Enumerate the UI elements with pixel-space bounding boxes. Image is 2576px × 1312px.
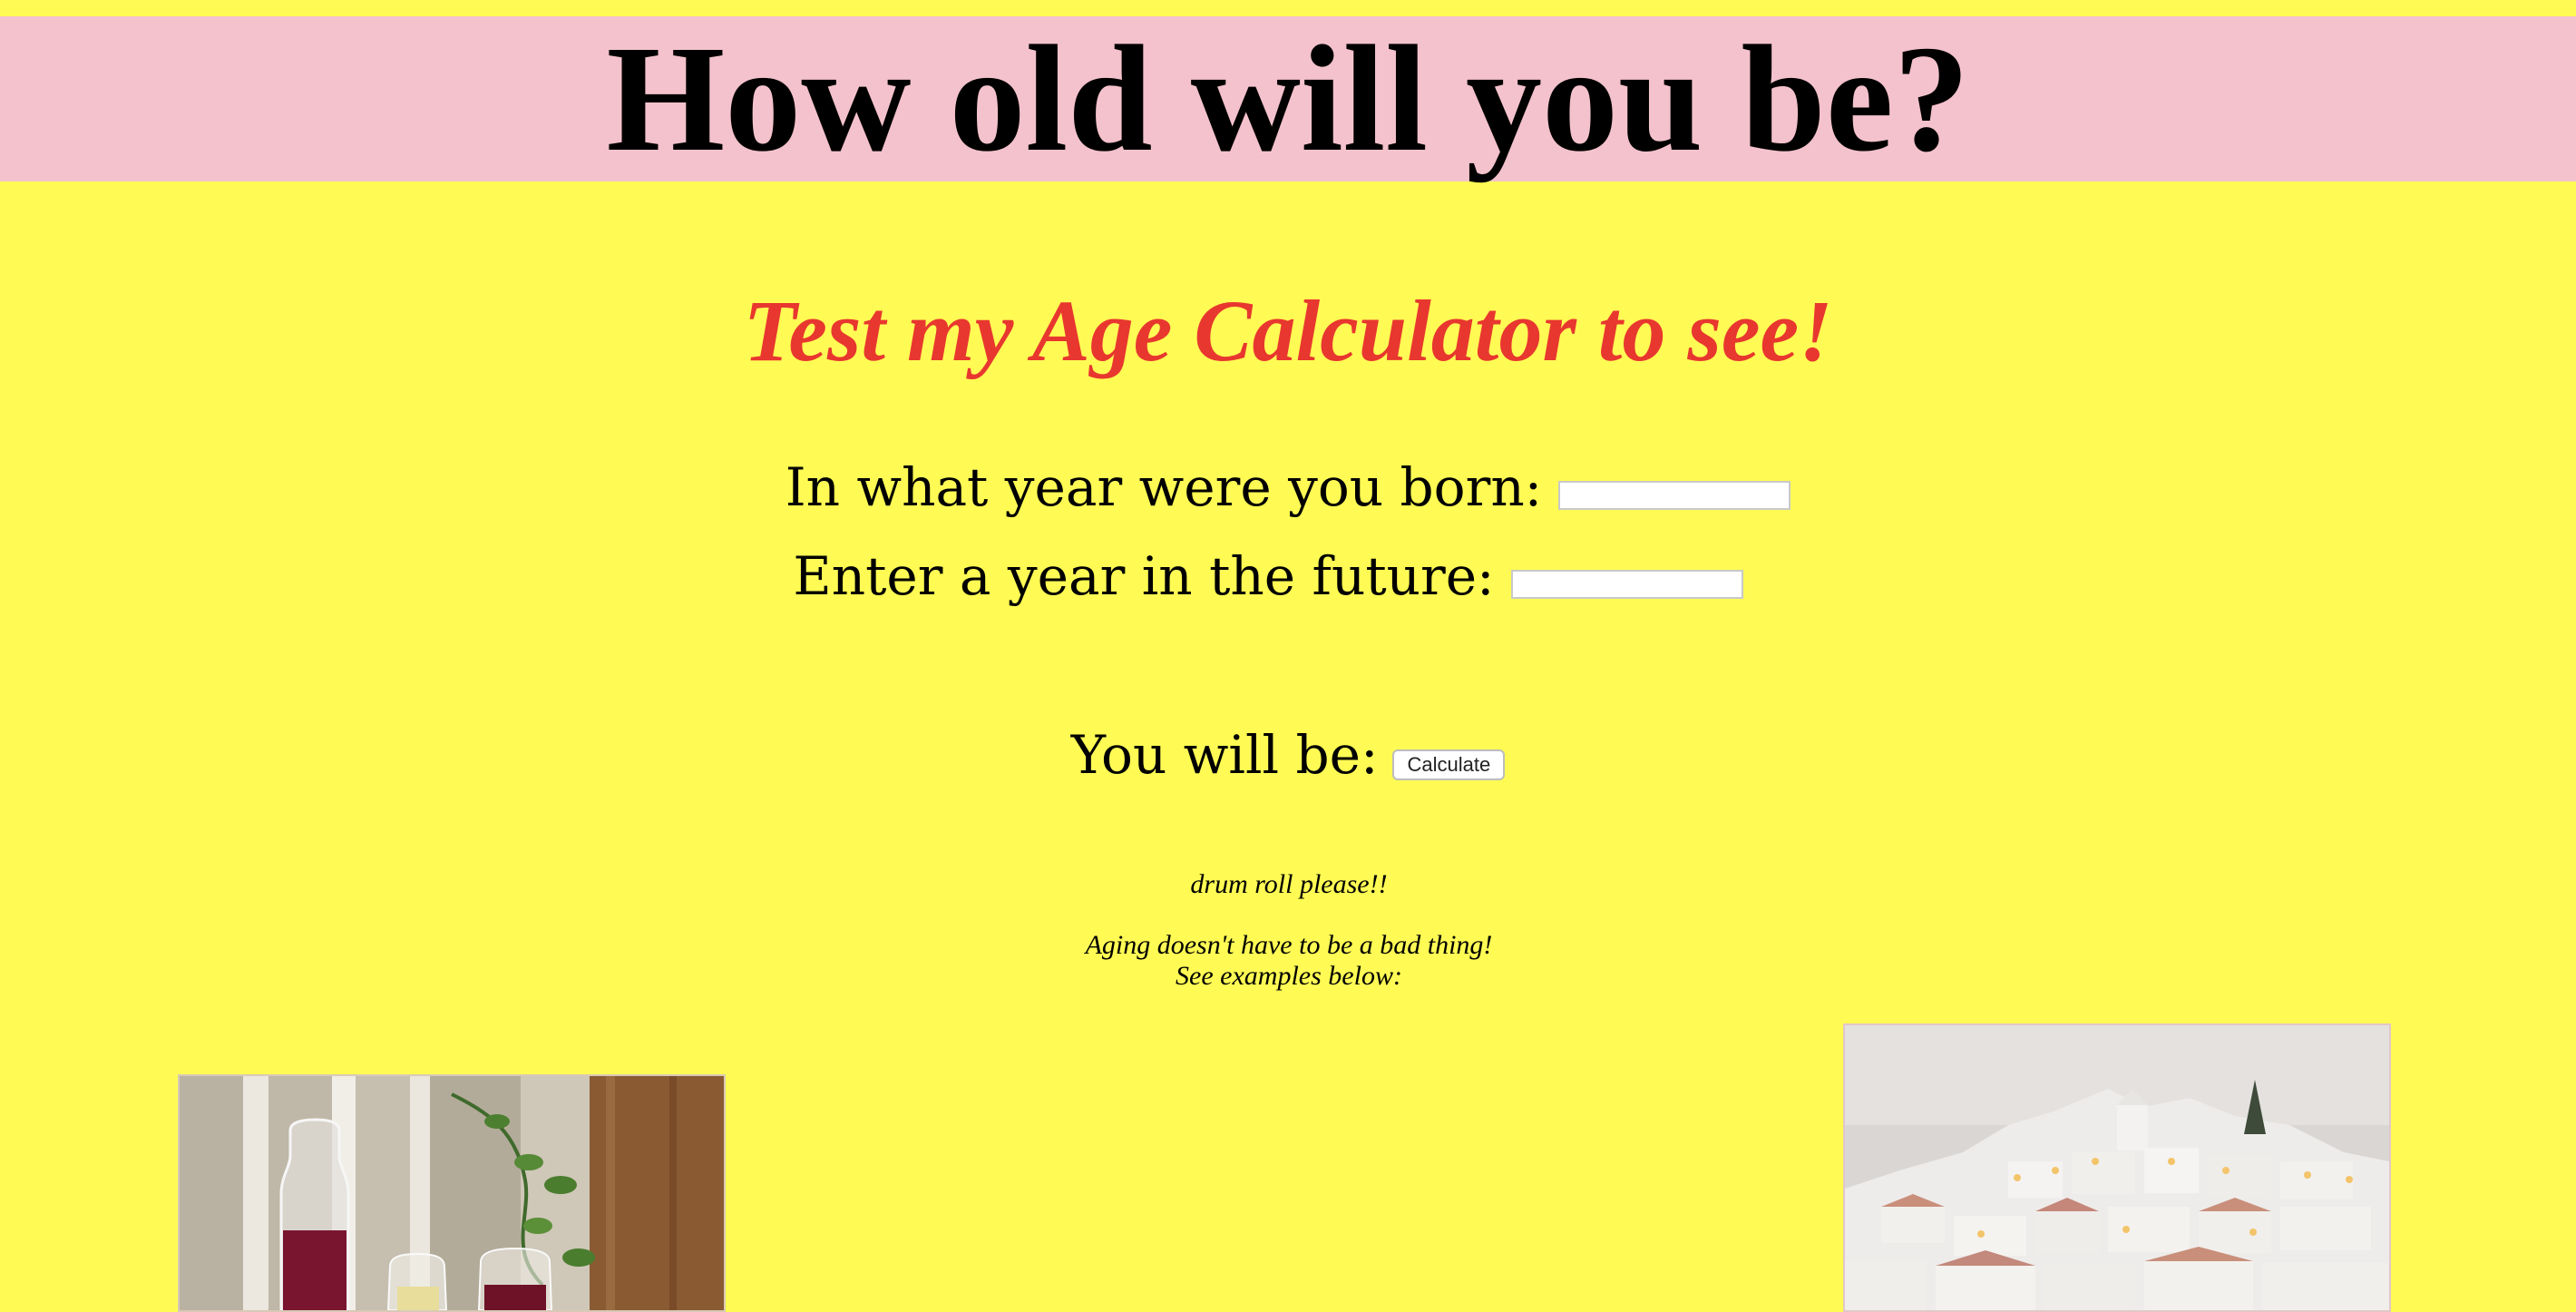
examples-text: See examples below: <box>1176 961 1402 991</box>
drum-roll-text: drum roll please!! <box>1190 869 1388 899</box>
future-year-input[interactable] <box>1510 569 1743 599</box>
result-label: You will be: <box>1070 724 1379 786</box>
page-title: How old will you be? <box>606 15 1970 183</box>
aging-text: Aging doesn't have to be a bad thing! <box>1085 930 1493 960</box>
wine-photo-image <box>180 1076 724 1310</box>
future-year-row: Enter a year in the future: <box>0 540 2556 612</box>
born-year-input[interactable] <box>1558 480 1791 510</box>
born-year-label: In what year were you born: <box>785 456 1543 518</box>
born-year-row: In what year were you born: <box>0 451 2576 524</box>
future-year-label: Enter a year in the future: <box>793 545 1495 607</box>
page-subtitle: Test my Age Calculator to see! <box>743 282 1833 379</box>
calculate-button[interactable]: Calculate <box>1392 749 1506 780</box>
wine-photo <box>178 1074 726 1312</box>
town-photo-image <box>1845 1025 2389 1310</box>
town-photo <box>1843 1023 2391 1312</box>
result-row: You will be: Calculate <box>0 719 2576 791</box>
